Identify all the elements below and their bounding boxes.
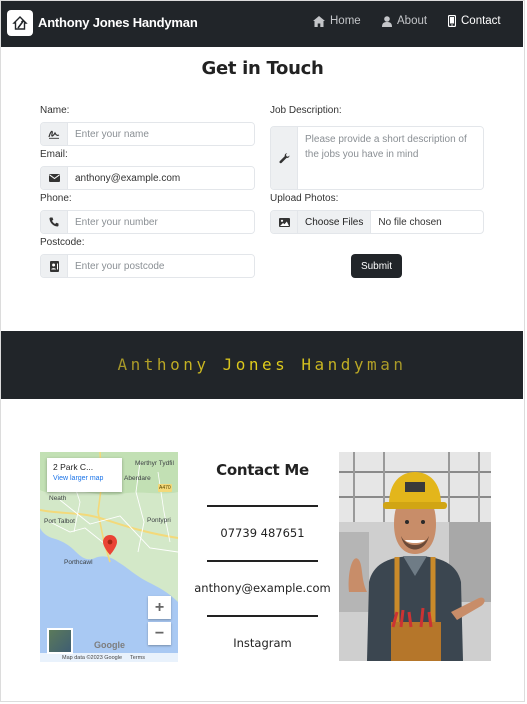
file-status-text: No file chosen <box>378 216 442 228</box>
nav-contact[interactable]: Contact <box>448 15 501 27</box>
map-place-title: 2 Park C... <box>53 462 94 472</box>
job-description-input[interactable] <box>298 127 483 189</box>
email-label: Email: <box>40 149 68 160</box>
map-town-label: Pontypri <box>147 517 171 524</box>
name-field-group <box>40 122 255 146</box>
map-place-card: 2 Park C... View larger map <box>47 458 122 492</box>
contact-phone[interactable]: 07739 487651 <box>188 526 337 540</box>
job-description-group <box>270 126 484 190</box>
address-card-icon <box>41 255 68 277</box>
nav-home-label: Home <box>330 15 361 27</box>
phone-label: Phone: <box>40 193 72 204</box>
embedded-map[interactable]: Merthyr Tydfil Aberdare Neath Port Talbo… <box>40 452 178 662</box>
home-icon <box>313 15 325 27</box>
wrench-icon <box>271 127 298 189</box>
phone-icon <box>448 15 456 27</box>
choose-files-button[interactable]: Choose Files <box>298 211 372 233</box>
envelope-icon <box>41 167 68 189</box>
postcode-label: Postcode: <box>40 237 85 248</box>
user-icon <box>382 15 392 27</box>
name-input[interactable] <box>68 123 254 145</box>
nav-about[interactable]: About <box>382 15 427 27</box>
map-attribution: Map data ©2023 Google <box>62 654 123 661</box>
upload-photos-label: Upload Photos: <box>270 193 339 204</box>
contact-title: Contact Me <box>216 461 309 479</box>
map-road-badge: A470 <box>159 485 171 491</box>
handyman-photo <box>339 452 491 661</box>
map-town-label: Merthyr Tydfil <box>135 460 174 467</box>
divider <box>207 560 318 562</box>
zoom-out-button[interactable]: − <box>148 622 171 645</box>
brand-banner: Anthony Jones Handyman <box>1 331 523 399</box>
map-pin-icon[interactable] <box>103 535 117 555</box>
map-town-label: Neath <box>49 495 67 502</box>
upload-photos-group: Choose Files No file chosen <box>270 210 484 234</box>
map-attribution-bar: Map data ©2023 Google Terms <box>40 653 178 662</box>
zoom-in-button[interactable]: + <box>148 596 171 619</box>
postcode-field-group <box>40 254 255 278</box>
brand-name[interactable]: Anthony Jones Handyman <box>38 15 198 30</box>
email-input[interactable] <box>68 167 254 189</box>
nav-home[interactable]: Home <box>313 15 361 27</box>
map-terms-link[interactable]: Terms <box>130 655 145 661</box>
map-town-label: Porthcawl <box>64 559 93 566</box>
name-label: Name: <box>40 105 70 116</box>
form-title: Get in Touch <box>201 58 324 79</box>
email-field-group <box>40 166 255 190</box>
divider <box>207 615 318 617</box>
map-town-label: Port Talbot <box>44 518 75 525</box>
phone-input[interactable] <box>68 211 254 233</box>
navbar: Anthony Jones Handyman Home About Contac… <box>1 1 523 47</box>
house-hammer-icon[interactable] <box>7 10 33 36</box>
banner-text: Anthony Jones Handyman <box>1 355 523 374</box>
divider <box>207 505 318 507</box>
phone-field-group <box>40 210 255 234</box>
view-larger-map-link[interactable]: View larger map <box>53 475 116 482</box>
submit-button[interactable]: Submit <box>351 254 402 278</box>
job-description-label: Job Description: <box>270 105 342 116</box>
contact-instagram-link[interactable]: Instagram <box>188 636 337 650</box>
map-town-label: Aberdare <box>124 475 151 482</box>
google-logo: Google <box>94 640 125 650</box>
map-satellite-toggle[interactable] <box>47 628 73 654</box>
phone-icon <box>41 211 68 233</box>
image-icon <box>271 211 298 233</box>
nav-about-label: About <box>397 15 428 27</box>
contact-email[interactable]: anthony@example.com <box>188 581 337 595</box>
nav-contact-label: Contact <box>461 15 501 27</box>
signature-icon <box>41 123 68 145</box>
postcode-input[interactable] <box>68 255 254 277</box>
